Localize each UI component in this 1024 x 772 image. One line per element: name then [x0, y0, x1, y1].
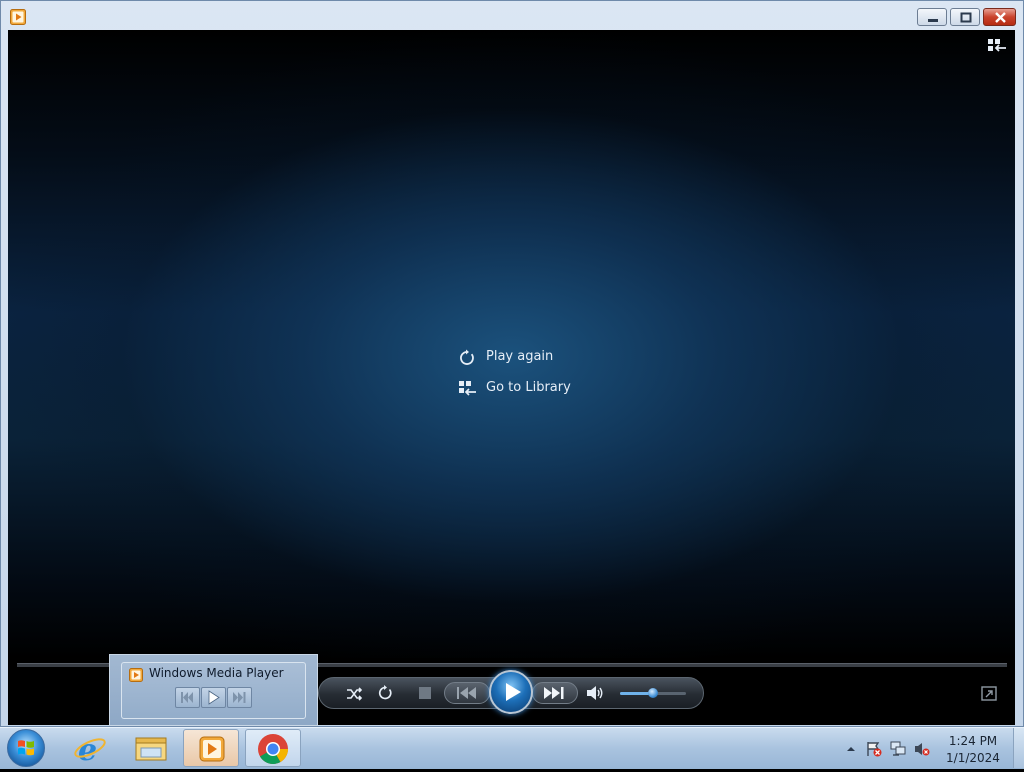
- svg-text:e: e: [78, 733, 97, 767]
- show-desktop-button[interactable]: [1013, 728, 1024, 768]
- thumbnail-next-button[interactable]: [227, 687, 252, 708]
- media-player-icon: [129, 668, 143, 682]
- repeat-icon[interactable]: [376, 684, 394, 702]
- go-to-library-link[interactable]: Go to Library: [458, 377, 588, 399]
- next-icon: [544, 687, 564, 699]
- close-icon: [995, 12, 1006, 23]
- play-icon: [506, 683, 521, 701]
- clock-date: 1/1/2024: [946, 751, 1000, 765]
- next-icon: [233, 692, 246, 703]
- taskbar-file-explorer[interactable]: [123, 729, 179, 767]
- switch-to-now-playing-icon[interactable]: [981, 686, 997, 701]
- show-hidden-icons-icon[interactable]: [843, 741, 859, 757]
- media-player-icon: [10, 9, 26, 25]
- close-button[interactable]: [983, 8, 1016, 26]
- speaker-icon[interactable]: [586, 685, 604, 701]
- previous-icon: [457, 687, 476, 699]
- taskbar-internet-explorer[interactable]: e: [62, 729, 118, 768]
- video-area[interactable]: [8, 30, 1015, 658]
- thumbnail-play-button[interactable]: [201, 687, 226, 708]
- thumbnail-previous-button[interactable]: [175, 687, 200, 708]
- network-icon[interactable]: [890, 741, 906, 757]
- system-clock[interactable]: 1:24 PM 1/1/2024: [940, 733, 1006, 767]
- thumbnail-title: Windows Media Player: [149, 666, 284, 680]
- play-again-link[interactable]: Play again: [458, 346, 568, 368]
- start-button[interactable]: [7, 729, 45, 767]
- replay-icon: [460, 349, 474, 365]
- minimize-icon: [928, 19, 938, 22]
- file-explorer-icon: [135, 737, 167, 761]
- play-icon: [208, 690, 220, 705]
- internet-explorer-icon: e: [74, 733, 106, 768]
- chrome-icon: [258, 734, 288, 765]
- maximize-icon: [960, 12, 972, 23]
- windows-logo-icon: [18, 740, 34, 756]
- previous-icon: [181, 692, 193, 703]
- switch-to-library-icon[interactable]: [987, 37, 1007, 55]
- stop-icon[interactable]: [418, 686, 432, 700]
- maximize-button[interactable]: [950, 8, 980, 26]
- windows-media-player-icon: [199, 736, 225, 762]
- shuffle-icon[interactable]: [345, 685, 363, 703]
- play-again-label: Play again: [486, 349, 554, 364]
- title-bar[interactable]: [0, 0, 1022, 30]
- volume-thumb[interactable]: [648, 688, 658, 698]
- taskbar-windows-media-player[interactable]: [183, 729, 239, 767]
- minimize-button[interactable]: [917, 8, 947, 26]
- volume-muted-icon[interactable]: [914, 741, 930, 757]
- taskbar-chrome[interactable]: [245, 729, 301, 767]
- action-center-icon[interactable]: [866, 741, 882, 757]
- library-icon: [459, 381, 476, 396]
- go-to-library-label: Go to Library: [486, 380, 571, 395]
- clock-time: 1:24 PM: [948, 734, 998, 748]
